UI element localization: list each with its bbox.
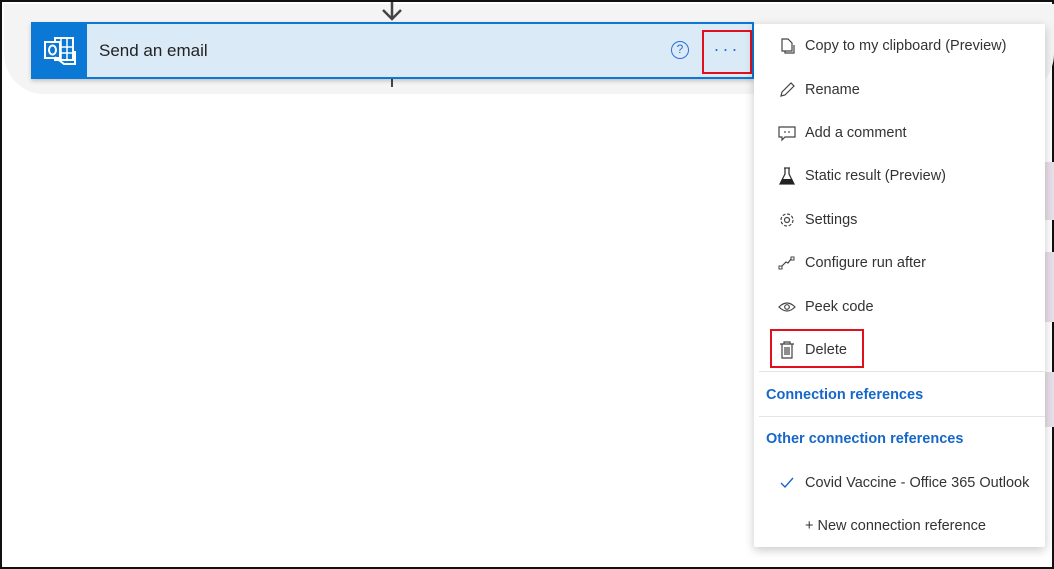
menu-item-add-comment[interactable]: Add a comment [754, 113, 1045, 153]
menu-divider [759, 371, 1045, 372]
run-after-icon [778, 256, 795, 270]
outlook-icon [33, 24, 87, 77]
menu-item-label: Configure run after [805, 255, 926, 271]
checkmark-icon [780, 477, 794, 489]
menu-item-label: Copy to my clipboard (Preview) [805, 38, 1007, 54]
delete-highlight-box [770, 329, 864, 368]
menu-item-settings[interactable]: Settings [754, 200, 1045, 240]
canvas: Send an email ? ··· Copy to my clipboard… [0, 0, 1054, 569]
more-options-button[interactable]: ··· [702, 30, 752, 74]
menu-item-configure-run-after[interactable]: Configure run after [754, 243, 1045, 283]
flow-arrow-icon [382, 2, 402, 21]
menu-item-peek-code[interactable]: Peek code [754, 287, 1045, 327]
gear-icon [780, 213, 794, 227]
send-email-action-card[interactable]: Send an email ? ··· [31, 22, 754, 79]
menu-item-rename[interactable]: Rename [754, 70, 1045, 110]
help-icon[interactable]: ? [671, 41, 689, 59]
connection-covid-vaccine[interactable]: Covid Vaccine - Office 365 Outlook [754, 463, 1045, 503]
pencil-icon [780, 82, 795, 97]
menu-item-static-result[interactable]: Static result (Preview) [754, 156, 1045, 196]
action-context-menu: Copy to my clipboard (Preview) Rename Ad… [754, 24, 1045, 547]
menu-item-label: Static result (Preview) [805, 168, 947, 184]
menu-item-label: Add a comment [805, 125, 907, 141]
connection-references-header[interactable]: Connection references [766, 387, 923, 403]
new-connection-reference[interactable]: + New connection reference [754, 506, 1045, 546]
comment-icon [778, 126, 796, 142]
menu-item-label: Rename [805, 82, 860, 98]
copy-icon [781, 38, 795, 54]
action-title: Send an email [99, 41, 208, 60]
flask-icon [778, 167, 796, 185]
menu-divider [759, 416, 1045, 417]
connection-label: Covid Vaccine - Office 365 Outlook [805, 475, 1030, 491]
new-connection-label: + New connection reference [805, 518, 986, 534]
eye-icon [778, 302, 796, 312]
menu-item-label: Settings [805, 212, 858, 228]
other-connection-references-header[interactable]: Other connection references [766, 431, 963, 447]
menu-item-copy-to-clipboard[interactable]: Copy to my clipboard (Preview) [754, 26, 1045, 66]
flow-connector [391, 79, 393, 87]
menu-item-label: Peek code [805, 299, 874, 315]
